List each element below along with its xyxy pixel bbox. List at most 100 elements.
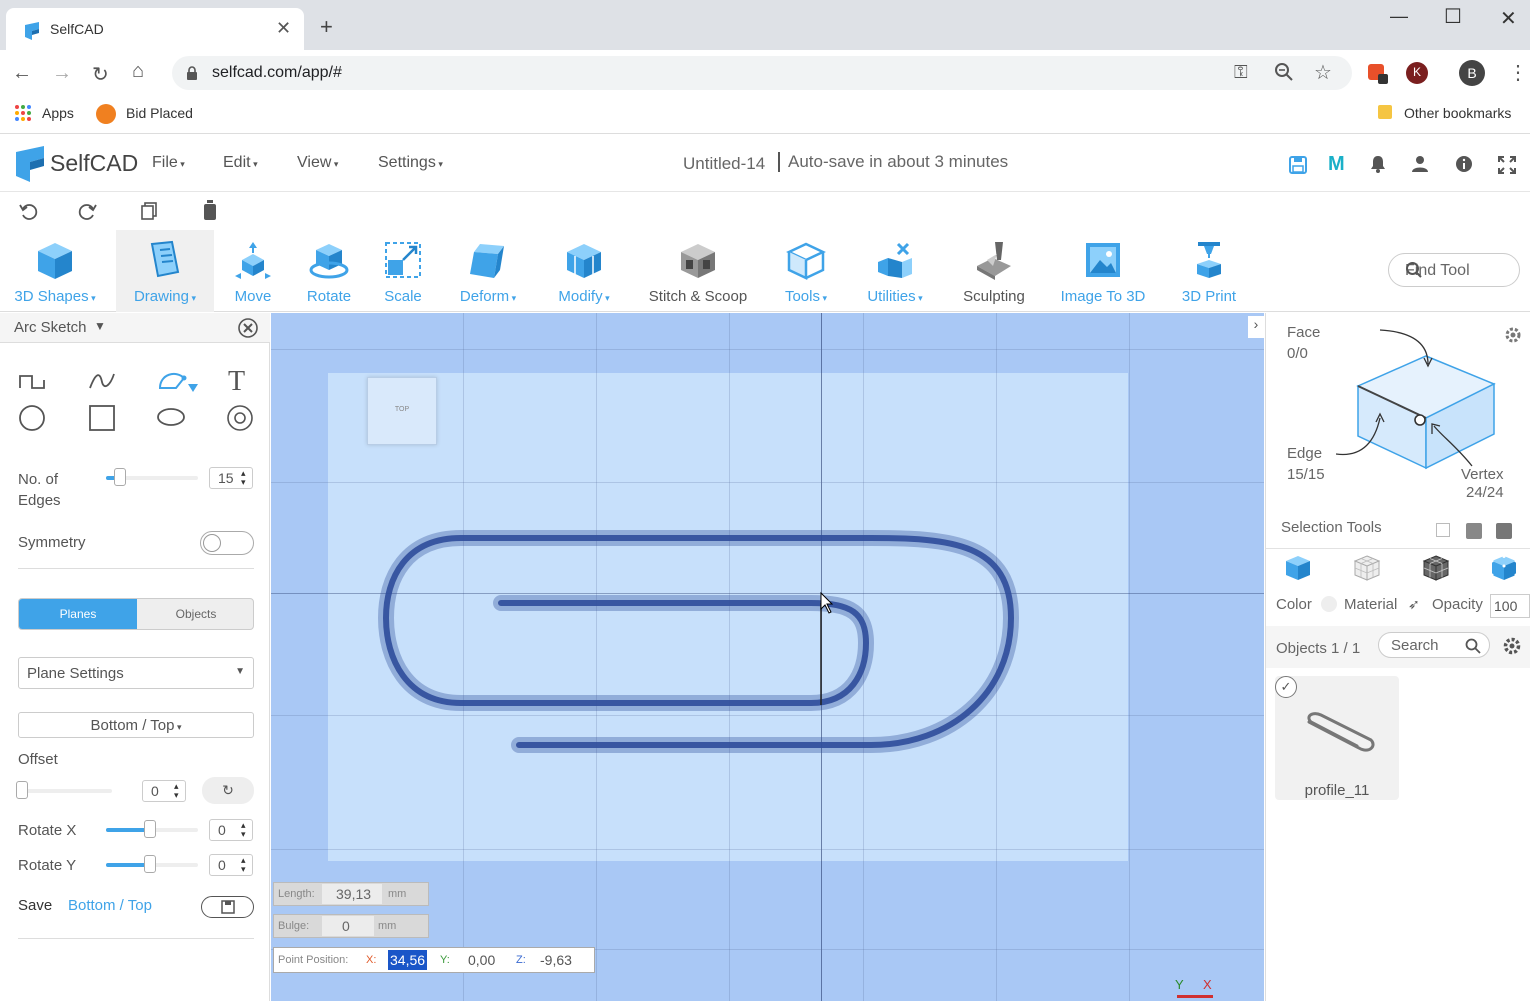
bookmark-bid-placed[interactable]: Bid Placed xyxy=(126,105,193,121)
profile-avatar[interactable]: B xyxy=(1459,60,1485,86)
undo-icon[interactable] xyxy=(18,201,38,221)
objects-search-input[interactable]: Search xyxy=(1378,632,1490,658)
object-check-icon[interactable]: ✓ xyxy=(1275,676,1297,698)
offset-slider-track[interactable] xyxy=(20,789,112,793)
ribbon-sculpting[interactable]: Sculpting xyxy=(950,230,1038,312)
reload-icon[interactable]: ↻ xyxy=(92,62,109,87)
rotate-y-slider-knob[interactable] xyxy=(144,855,156,873)
arc-tool-icon[interactable] xyxy=(156,368,200,396)
ribbon-utilities[interactable]: Utilities ▾ xyxy=(852,230,938,312)
rotate-y-stepper[interactable]: 0 xyxy=(209,854,253,876)
document-title[interactable]: Untitled-14 xyxy=(683,154,765,174)
face-mode-icon[interactable] xyxy=(1353,555,1381,581)
tab-objects[interactable]: Objects xyxy=(137,599,253,629)
material-icon[interactable]: ➶ xyxy=(1408,596,1420,613)
edge-mode-icon[interactable] xyxy=(1422,555,1450,581)
ribbon-drawing[interactable]: Drawing ▾ xyxy=(116,230,214,312)
bookmark-apps[interactable]: Apps xyxy=(42,105,74,121)
vertex-mode-icon[interactable] xyxy=(1490,555,1518,581)
collapse-right-icon[interactable]: › xyxy=(1248,316,1264,338)
user-icon[interactable] xyxy=(1411,155,1429,173)
save-plane-link[interactable]: Bottom / Top xyxy=(68,897,152,914)
select-objects-icon[interactable] xyxy=(1466,523,1482,539)
ribbon-scale[interactable]: Scale xyxy=(368,230,438,312)
ribbon-stitch-scoop[interactable]: Stitch & Scoop xyxy=(636,230,760,312)
back-icon[interactable]: ← xyxy=(12,62,32,85)
new-tab-icon[interactable]: + xyxy=(320,14,333,40)
ribbon-tools[interactable]: Tools ▾ xyxy=(770,230,842,312)
plane-select[interactable]: Bottom / Top ▾ xyxy=(18,712,254,738)
objects-settings-gear-icon[interactable] xyxy=(1502,636,1522,656)
find-tool-input[interactable]: Find Tool xyxy=(1388,253,1520,287)
info-icon[interactable] xyxy=(1455,155,1473,173)
z-input[interactable]: -9,63 xyxy=(540,952,572,968)
maximize-icon[interactable]: ☐ xyxy=(1444,4,1462,29)
menu-view[interactable]: View ▾ xyxy=(297,154,338,172)
rotate-x-slider-knob[interactable] xyxy=(144,820,156,838)
tab-planes[interactable]: Planes xyxy=(19,599,137,629)
text-tool-icon[interactable]: T xyxy=(228,366,245,398)
color-swatch[interactable] xyxy=(1321,596,1337,612)
apps-grid-icon[interactable] xyxy=(14,104,32,122)
panel-gear-icon[interactable] xyxy=(1504,326,1522,344)
edges-stepper[interactable]: 15 xyxy=(209,467,253,489)
plane-settings-select[interactable]: Plane Settings ▼ xyxy=(18,657,254,689)
curve-tool-icon[interactable] xyxy=(88,370,116,392)
address-bar[interactable]: selfcad.com/app/# ⚿ ☆ xyxy=(172,56,1352,90)
ring-tool-icon[interactable] xyxy=(226,404,254,432)
opacity-input[interactable]: 100 xyxy=(1490,594,1530,618)
object-mode-icon[interactable] xyxy=(1284,555,1312,581)
window-close-icon[interactable]: ✕ xyxy=(1500,6,1517,31)
polyline-tool-icon[interactable] xyxy=(18,370,46,392)
m-icon[interactable]: M xyxy=(1328,153,1345,176)
rotate-x-stepper[interactable]: 0 xyxy=(209,819,253,841)
minimize-icon[interactable]: — xyxy=(1390,6,1408,27)
select-all-icon[interactable] xyxy=(1496,523,1512,539)
copy-icon[interactable] xyxy=(140,201,158,221)
rectangle-tool-icon[interactable] xyxy=(88,404,116,432)
symmetry-toggle[interactable] xyxy=(200,531,254,555)
offset-stepper[interactable]: 0 xyxy=(142,780,186,802)
3d-viewport[interactable]: TOP Length: 39,13 mm Bulge: 0 mm Point P… xyxy=(271,313,1264,1001)
edges-slider-knob[interactable] xyxy=(114,468,126,486)
menu-file[interactable]: File ▾ xyxy=(152,154,185,172)
menu-settings[interactable]: Settings ▾ xyxy=(378,154,443,172)
home-icon[interactable]: ⌂ xyxy=(132,60,144,83)
bell-icon[interactable] xyxy=(1370,155,1386,173)
ribbon-3d-shapes[interactable]: 3D Shapes ▾ xyxy=(0,230,110,312)
bulge-input[interactable]: 0 xyxy=(322,916,374,936)
length-input[interactable]: 39,13 xyxy=(322,884,382,904)
browser-menu-icon[interactable]: ⋮ xyxy=(1508,60,1528,85)
x-input[interactable]: 34,56 xyxy=(388,950,428,970)
ribbon-modify[interactable]: Modify ▾ xyxy=(542,230,626,312)
extension-icon[interactable] xyxy=(1366,62,1390,86)
close-panel-icon[interactable] xyxy=(237,317,259,339)
dropdown-triangle-icon[interactable]: ▼ xyxy=(94,319,106,333)
save-plane-button[interactable] xyxy=(201,896,254,918)
tab-close-icon[interactable]: ✕ xyxy=(276,18,291,39)
ellipse-tool-icon[interactable] xyxy=(156,406,186,428)
other-bookmarks[interactable]: Other bookmarks xyxy=(1404,105,1511,121)
save-icon[interactable] xyxy=(1288,155,1308,175)
ribbon-image-to-3d[interactable]: Image To 3D xyxy=(1050,230,1156,312)
select-box-icon[interactable] xyxy=(1436,523,1450,537)
ribbon-move[interactable]: Move xyxy=(218,230,288,312)
ribbon-rotate[interactable]: Rotate xyxy=(294,230,364,312)
forward-icon[interactable]: → xyxy=(52,62,72,85)
delete-icon[interactable] xyxy=(202,199,218,221)
y-input[interactable]: 0,00 xyxy=(468,952,495,968)
extension-k-icon[interactable]: K xyxy=(1406,62,1428,84)
offset-slider-knob[interactable] xyxy=(16,781,28,799)
offset-reset-button[interactable]: ↻ xyxy=(202,777,254,804)
fullscreen-icon[interactable] xyxy=(1497,155,1517,175)
zoom-icon[interactable] xyxy=(1274,62,1294,82)
key-icon[interactable]: ⚿ xyxy=(1234,62,1248,83)
browser-tab[interactable]: SelfCAD ✕ xyxy=(6,8,304,50)
menu-edit[interactable]: Edit ▾ xyxy=(223,154,258,172)
bookmark-star-icon[interactable]: ☆ xyxy=(1314,60,1332,85)
search-icon[interactable] xyxy=(1405,261,1511,279)
ribbon-3d-print[interactable]: 3D Print xyxy=(1166,230,1252,312)
ribbon-deform[interactable]: Deform ▾ xyxy=(444,230,532,312)
circle-tool-icon[interactable] xyxy=(18,404,46,432)
redo-icon[interactable] xyxy=(78,201,98,221)
